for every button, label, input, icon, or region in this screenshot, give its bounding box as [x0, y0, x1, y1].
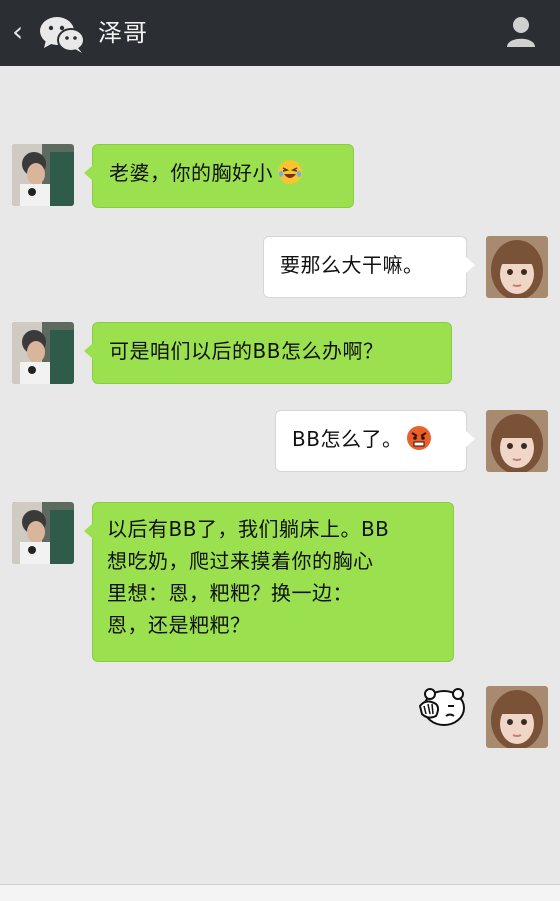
- avatar-boy-image: [12, 144, 74, 206]
- avatar-boy-image: [12, 502, 74, 564]
- message-bubble-received[interactable]: 可是咱们以后的BB怎么办啊？: [84, 322, 452, 384]
- chat-header: ‹ 泽哥: [0, 0, 560, 66]
- message-line: 恩，还是粑粑？: [107, 613, 251, 637]
- wechat-logo-icon[interactable]: [38, 14, 86, 54]
- avatar-boy[interactable]: [12, 502, 74, 564]
- message-text: 可是咱们以后的BB怎么办啊？: [109, 339, 384, 363]
- avatar-girl-image: [486, 236, 548, 298]
- contact-name: 泽哥: [98, 19, 148, 47]
- message-line: 想吃奶，爬过来摸着你的胸心: [107, 549, 374, 573]
- laughing-tears-emoji: [278, 160, 302, 184]
- facepalm-bear-sticker[interactable]: [416, 686, 468, 728]
- message-bubble-received[interactable]: 以后有BB了，我们躺床上。BB 想吃奶，爬过来摸着你的胸心 里想：恩，粑粑？换一…: [84, 502, 454, 662]
- message-text: 老婆，你的胸好小: [109, 161, 273, 185]
- person-icon[interactable]: [504, 14, 538, 48]
- input-bar[interactable]: [0, 884, 560, 901]
- avatar-boy-image: [12, 322, 74, 384]
- avatar-boy[interactable]: [12, 322, 74, 384]
- avatar-girl[interactable]: [486, 236, 548, 298]
- message-text: BB怎么了。: [292, 427, 403, 451]
- avatar-girl-image: [486, 410, 548, 472]
- message-bubble-sent[interactable]: BB怎么了。: [275, 410, 475, 472]
- message-text: 要那么大干嘛。: [280, 253, 424, 277]
- back-chevron-icon[interactable]: ‹: [12, 14, 23, 50]
- avatar-boy[interactable]: [12, 144, 74, 206]
- message-list[interactable]: 老婆，你的胸好小 要那么大干嘛。 可是咱们以后的BB怎么办啊？ BB怎么了。 以…: [0, 66, 560, 886]
- angry-face-emoji: [407, 426, 432, 450]
- message-bubble-sent[interactable]: 要那么大干嘛。: [263, 236, 475, 298]
- avatar-girl[interactable]: [486, 410, 548, 472]
- avatar-girl-image: [486, 686, 548, 748]
- avatar-girl[interactable]: [486, 686, 548, 748]
- message-bubble-received[interactable]: 老婆，你的胸好小: [84, 144, 354, 208]
- message-line: 里想：恩，粑粑？换一边：: [107, 581, 353, 605]
- message-line: 以后有BB了，我们躺床上。BB: [107, 517, 390, 541]
